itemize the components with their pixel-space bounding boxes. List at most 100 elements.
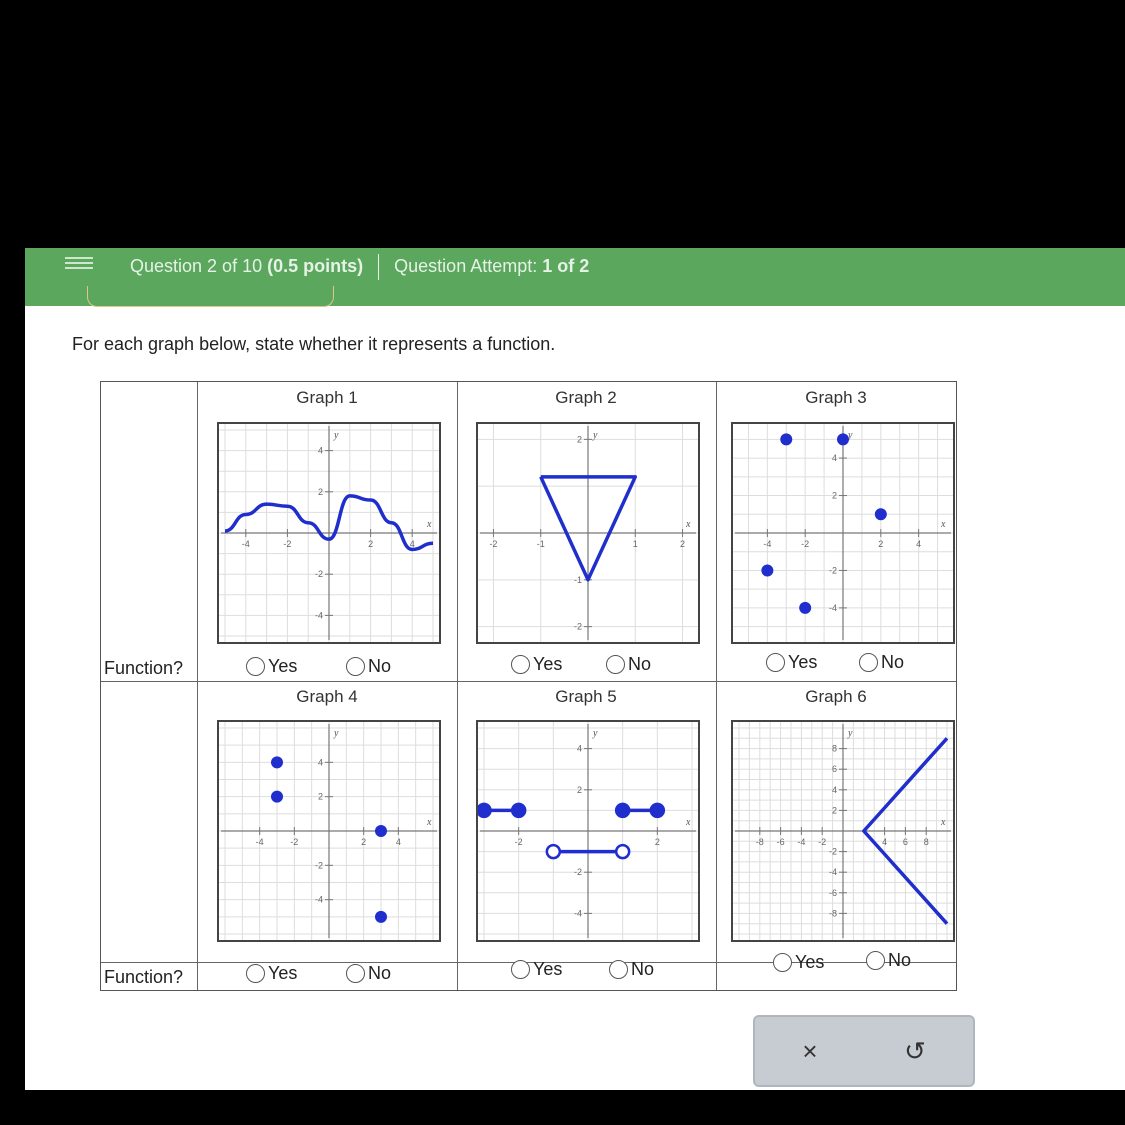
header-divider: [378, 254, 380, 280]
graph-3-title: Graph 3: [805, 388, 867, 407]
table-column-divider: [457, 382, 458, 990]
answer-actions: × ↺: [753, 1015, 975, 1087]
graph-2-title: Graph 2: [555, 388, 617, 407]
x-tick-label: -4: [797, 837, 805, 847]
y-tick-label: 6: [832, 764, 837, 774]
graph-5-yes-radio[interactable]: Yes: [511, 959, 562, 980]
radio-circle-icon: [346, 657, 365, 676]
clear-answer-button[interactable]: ×: [775, 1027, 845, 1075]
radio-circle-icon: [866, 951, 885, 970]
x-tick-label: 2: [361, 837, 366, 847]
graph-6-no-radio[interactable]: No: [866, 950, 911, 971]
y-axis-label: y: [592, 728, 598, 739]
graphs-table: Graph 1 Graph 2 Graph 3 Graph 4 Graph 5 …: [100, 381, 957, 991]
graph-5-no-radio[interactable]: No: [609, 959, 654, 980]
x-tick-label: -1: [537, 539, 545, 549]
question-number: Question 2 of 10: [130, 255, 263, 276]
graph-3-no-radio[interactable]: No: [859, 652, 904, 673]
y-axis-label: y: [847, 728, 853, 739]
graph-4-no-radio[interactable]: No: [346, 963, 391, 984]
y-tick-label: 4: [318, 446, 323, 456]
y-tick-label: -2: [315, 569, 323, 579]
x-tick-label: 2: [878, 539, 883, 549]
closed-endpoint: [510, 802, 527, 819]
graph-3-yes-radio[interactable]: Yes: [766, 652, 817, 673]
y-tick-label: 4: [577, 744, 582, 754]
browser-viewport: Question 2 of 10 (0.5 points) Question A…: [25, 248, 1125, 1090]
y-tick-label: 4: [832, 785, 837, 795]
graph-6-plot: x y -8 -6 -4 -2 4 6 8 8 6 4 2 -2 -4 -6 -8: [731, 720, 955, 942]
y-tick-label: 8: [832, 744, 837, 754]
x-axis-label: x: [685, 817, 691, 828]
question-info: Question 2 of 10 (0.5 points) Question A…: [130, 254, 589, 280]
x-axis-label: x: [685, 519, 691, 530]
graph-3-plot: x y -4 -2 2 4 4 2 -2 -4: [731, 422, 955, 644]
radio-circle-icon: [346, 964, 365, 983]
y-tick-label: 2: [577, 434, 582, 444]
graph-5-title: Graph 5: [555, 687, 617, 706]
x-tick-label: -4: [242, 539, 250, 549]
y-tick-label: -2: [829, 565, 837, 575]
y-tick-label: -4: [829, 867, 837, 877]
hamburger-menu-icon[interactable]: [65, 254, 93, 274]
closed-endpoint: [649, 802, 666, 819]
graph-6-yes-radio[interactable]: Yes: [773, 952, 824, 973]
graph-1-title: Graph 1: [296, 388, 358, 407]
y-tick-label: 4: [318, 757, 323, 767]
data-point: [271, 756, 283, 769]
x-tick-label: 4: [882, 837, 887, 847]
radio-circle-icon: [511, 960, 530, 979]
graph-4-yes-radio[interactable]: Yes: [246, 963, 297, 984]
x-tick-label: -8: [756, 837, 764, 847]
graph-2-plot: x y -2 -1 1 2 2 -1 -2: [476, 422, 700, 644]
x-tick-label: 2: [655, 837, 660, 847]
x-tick-label: -4: [256, 837, 264, 847]
row-label-function: Function?: [104, 967, 184, 987]
y-tick-label: -2: [574, 622, 582, 632]
x-tick-label: 4: [916, 539, 921, 549]
x-axis-label: x: [940, 519, 946, 530]
graph-4-plot: x y -4 -2 2 4 4 2 -2 -4: [217, 720, 441, 942]
graph-1-no-radio[interactable]: No: [346, 656, 391, 677]
y-tick-label: 2: [832, 805, 837, 815]
row-label-function: Function?: [104, 658, 184, 678]
y-tick-label: 2: [318, 487, 323, 497]
attempt-value: 1 of 2: [542, 255, 590, 276]
question-points: (0.5 points): [267, 255, 364, 276]
graph-4-title: Graph 4: [296, 687, 358, 706]
radio-circle-icon: [609, 960, 628, 979]
data-point: [375, 825, 387, 837]
x-tick-label: -2: [818, 837, 826, 847]
data-point: [375, 910, 387, 923]
graph-2-yes-radio[interactable]: Yes: [511, 654, 562, 675]
open-endpoint: [614, 843, 631, 860]
y-tick-label: -4: [574, 908, 582, 918]
x-axis-label: x: [426, 519, 432, 530]
data-point: [874, 508, 887, 521]
data-point: [780, 433, 793, 446]
x-axis-label: x: [426, 817, 432, 828]
y-tick-label: -2: [574, 867, 582, 877]
radio-circle-icon: [766, 653, 785, 672]
data-point: [799, 601, 812, 614]
y-axis-label: y: [592, 430, 598, 441]
y-tick-label: -8: [829, 908, 837, 918]
y-tick-label: 2: [318, 792, 323, 802]
table-column-divider: [197, 382, 198, 990]
y-tick-label: -1: [574, 575, 582, 585]
x-tick-label: -2: [515, 837, 523, 847]
x-axis-label: x: [940, 817, 946, 828]
y-tick-label: -4: [315, 895, 323, 905]
y-tick-label: -2: [315, 860, 323, 870]
graph-5-plot: x y -2 2 4 2 -2 -4: [476, 720, 700, 942]
x-tick-label: -4: [763, 539, 771, 549]
graph-6-title: Graph 6: [805, 687, 867, 706]
closed-endpoint: [614, 802, 631, 819]
undo-button[interactable]: ↺: [880, 1027, 950, 1075]
radio-circle-icon: [606, 655, 625, 674]
graph-2-no-radio[interactable]: No: [606, 654, 651, 675]
closed-endpoint: [478, 802, 492, 819]
y-tick-label: -2: [829, 847, 837, 857]
y-tick-label: -4: [315, 610, 323, 620]
graph-1-yes-radio[interactable]: Yes: [246, 656, 297, 677]
